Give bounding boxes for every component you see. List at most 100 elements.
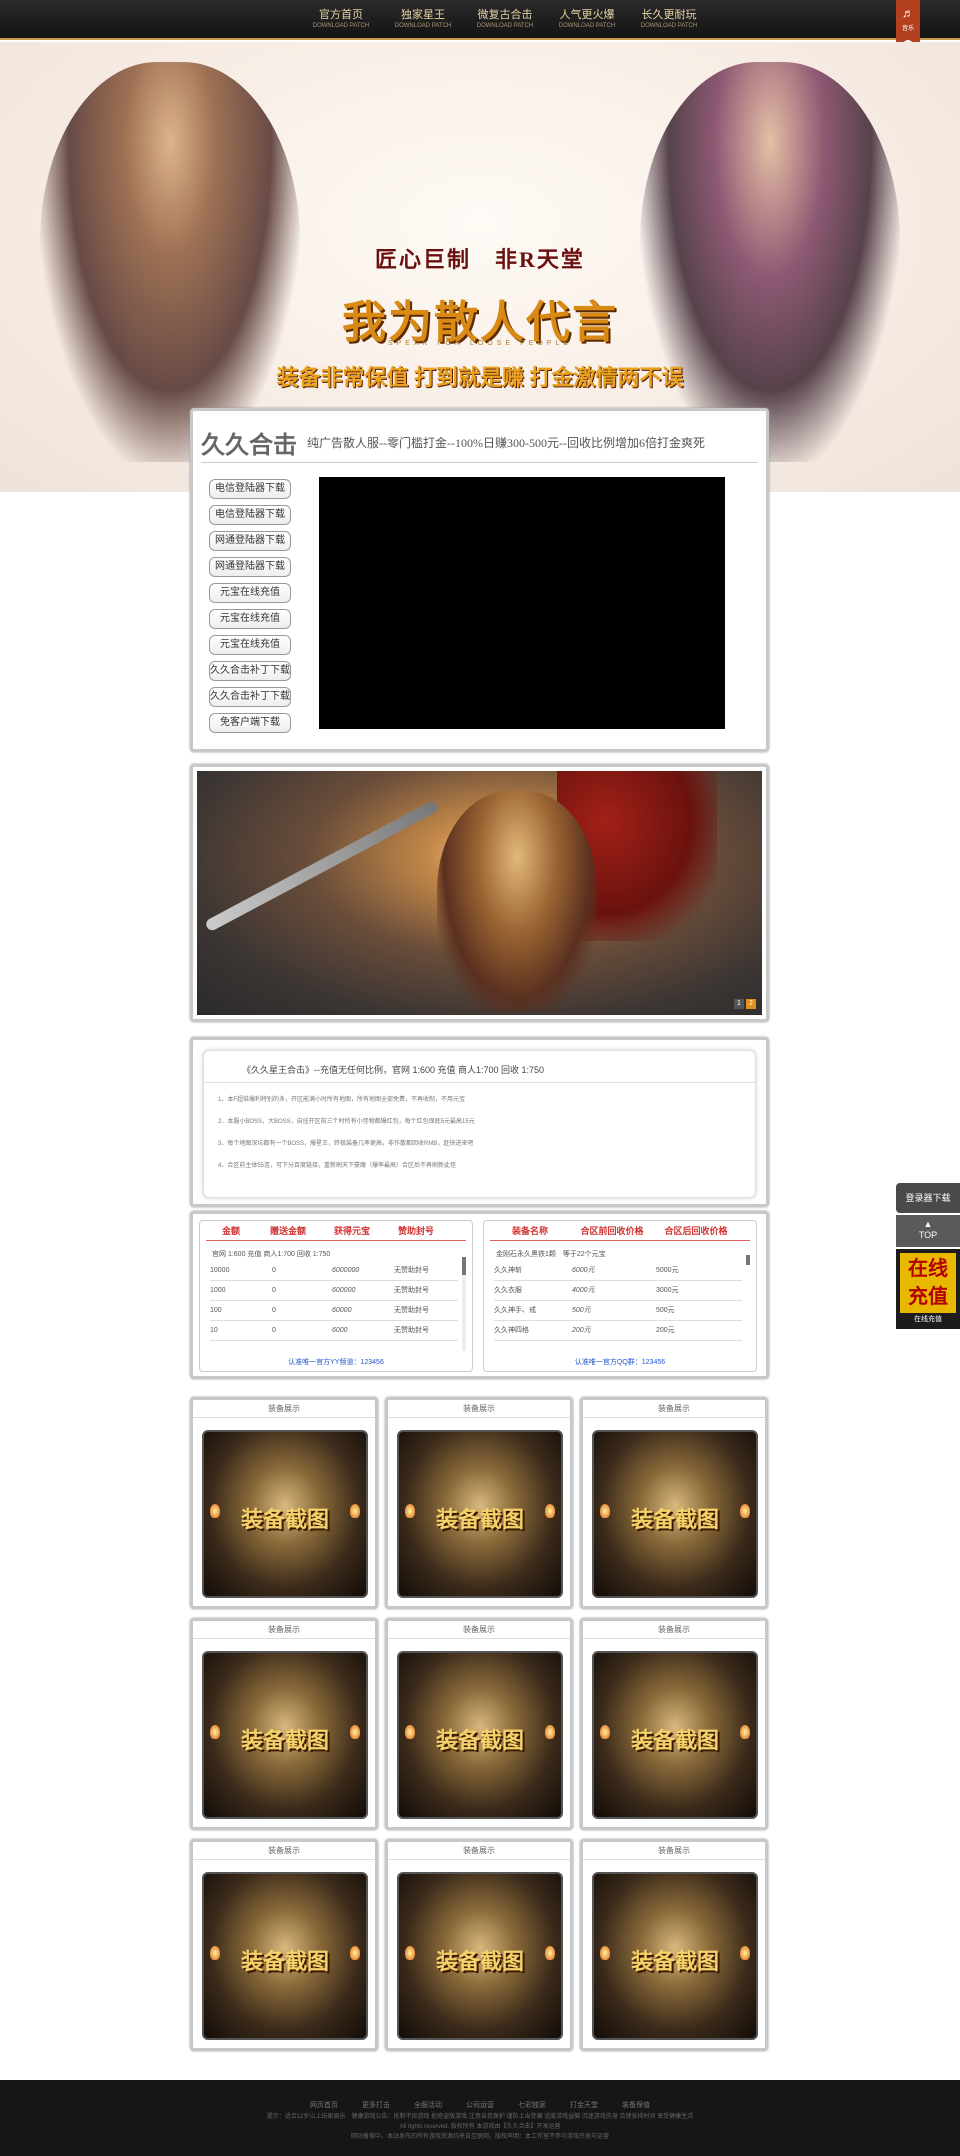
table-cell: 1000 [210, 1287, 226, 1294]
equip-screenshot: 装备截图 [592, 1430, 758, 1598]
equip-card[interactable]: 装备展示 装备截图 [385, 1397, 573, 1609]
equip-card[interactable]: 装备展示 装备截图 [190, 1618, 378, 1830]
equip-card-title: 装备展示 [583, 1400, 765, 1418]
footer-link[interactable]: 更多打击 [362, 2100, 390, 2110]
footer-link[interactable]: 打金天堂 [570, 2100, 598, 2110]
table-cell: 60000 [332, 1307, 352, 1314]
nav-label: 长久更耐玩 [641, 9, 697, 21]
nav-item-popular[interactable]: 人气更火爆 DOWNLOAD PATCH [546, 0, 628, 40]
footer-link[interactable]: 七彩独家 [518, 2100, 546, 2110]
back-to-top-button[interactable]: ▲ TOP [896, 1215, 960, 1247]
recycle-table-header: 装备名称 合区前回收价格 合区后回收价格 [490, 1221, 750, 1241]
scrollbar-thumb[interactable] [746, 1255, 750, 1265]
table-cell: 无赞助封号 [394, 1287, 429, 1294]
online-recharge-side-button[interactable]: 在线充值 在线充值 [896, 1249, 960, 1329]
top-bar: 官方首页 DOWNLOAD PATCH 独家星王 DOWNLOAD PATCH 微复… [0, 0, 960, 40]
footer-link[interactable]: 网页首页 [310, 2100, 338, 2110]
intro-header: 久久合击 纯广告散人服--零门槛打金--100%日赚300-500元--回收比例… [201, 411, 758, 463]
qq-group-link[interactable]: 认准唯一官方QQ群：123456 [484, 1357, 756, 1367]
column-header: 合区后回收价格 [664, 1226, 728, 1236]
equip-screenshot-label: 装备截图 [435, 1949, 524, 1974]
notice-box: 《久久星王合击》--充值无任何比例，官网 1:600 充值 商人1:700 回收… [203, 1050, 756, 1198]
equip-screenshot: 装备截图 [397, 1872, 563, 2040]
footer-disclaimer: 网站备案中，本站发布的所有游戏资源均来自互联网，版权声明：本工作室不参与游戏开发… [350, 2134, 609, 2140]
video-player[interactable] [319, 477, 725, 729]
equip-card-title: 装备展示 [193, 1621, 375, 1639]
warrior-figure [437, 791, 597, 1011]
equip-card-title: 装备展示 [193, 1400, 375, 1418]
table-row: 久久神手、戒 500元 500元 [494, 1301, 742, 1321]
footer-links: 网页首页 更多打击 全服活动 公司运营 七彩独家 打金天堂 装备保值 [0, 2080, 960, 2112]
column-header: 赞助封号 [397, 1226, 434, 1236]
notice-panel: 《久久星王合击》--充值无任何比例，官网 1:600 充值 商人1:700 回收… [190, 1037, 769, 1207]
netcom-launcher-download-button[interactable]: 网通登陆器下载 [209, 557, 291, 577]
equip-card[interactable]: 装备展示 装备截图 [580, 1839, 768, 2051]
scrollbar[interactable] [746, 1255, 750, 1265]
equip-screenshot: 装备截图 [592, 1651, 758, 1819]
nav-item-retro[interactable]: 微复古合击 DOWNLOAD PATCH [464, 0, 546, 40]
nav-item-star-king[interactable]: 独家星王 DOWNLOAD PATCH [382, 0, 464, 40]
equip-card[interactable]: 装备展示 装备截图 [580, 1397, 768, 1609]
equip-screenshot-label: 装备截图 [240, 1507, 329, 1532]
nav-sublabel: DOWNLOAD PATCH [558, 23, 616, 29]
download-list: 电信登陆器下载 电信登陆器下载 网通登陆器下载 网通登陆器下载 元宝在线充值 元… [209, 479, 291, 739]
slider-page-2[interactable]: 2 [746, 999, 756, 1009]
patch-download-button[interactable]: 久久合击补丁下载 [209, 661, 291, 681]
banner-slider: 1 2 [190, 764, 769, 1022]
table-cell: 6000元 [572, 1267, 595, 1274]
equip-card[interactable]: 装备展示 装备截图 [385, 1618, 573, 1830]
equip-screenshot: 装备截图 [592, 1872, 758, 2040]
rule-item: 2、本服小BOSS，大BOSS，自挂开区前三个时所有小怪物都爆红包，每个红包保底… [218, 1119, 475, 1125]
hero-tagline: 装备非常保值 打到就是赚 打金激情两不误 [276, 365, 684, 390]
recharge-note: 官网 1:600 充值 商人1:700 回收 1:750 [212, 1251, 331, 1258]
table-row: 久久衣服 4000元 3000元 [494, 1281, 742, 1301]
banner-image[interactable]: 1 2 [197, 771, 762, 1015]
equip-card[interactable]: 装备展示 装备截图 [580, 1618, 768, 1830]
equip-card[interactable]: 装备展示 装备截图 [385, 1839, 573, 2051]
yy-channel-link[interactable]: 认准唯一官方YY频道：123456 [200, 1357, 472, 1367]
nav-sublabel: DOWNLOAD PATCH [476, 23, 534, 29]
ingot-recharge-button[interactable]: 元宝在线充值 [209, 635, 291, 655]
equip-screenshot: 装备截图 [397, 1430, 563, 1598]
slider-page-1[interactable]: 1 [734, 999, 744, 1009]
column-header: 金额 [221, 1226, 240, 1236]
footer-copyright: All rights reserved. 版权所有 本游戏由【久久合击】开发运营 [399, 2124, 561, 2130]
footer-link[interactable]: 全服活动 [414, 2100, 442, 2110]
music-toggle-button[interactable]: ♬ 音乐 [896, 0, 920, 46]
scrollbar[interactable] [462, 1257, 466, 1351]
nav-label: 微复古合击 [477, 9, 533, 21]
nav-sublabel: DOWNLOAD PATCH [312, 23, 370, 29]
no-client-download-button[interactable]: 免客户端下载 [209, 713, 291, 733]
table-cell: 200元 [572, 1327, 591, 1334]
equip-screenshot-label: 装备截图 [630, 1507, 719, 1532]
scrollbar-thumb[interactable] [462, 1257, 466, 1275]
nav-item-longlasting[interactable]: 长久更耐玩 DOWNLOAD PATCH [628, 0, 710, 40]
table-cell: 0 [272, 1327, 276, 1334]
ingot-recharge-button[interactable]: 元宝在线充值 [209, 583, 291, 603]
equip-card-title: 装备展示 [388, 1842, 570, 1860]
table-row: 10000 0 6000000 无赞助封号 [210, 1261, 458, 1281]
telecom-launcher-download-button[interactable]: 电信登陆器下载 [209, 505, 291, 525]
table-cell: 6000000 [332, 1267, 360, 1274]
column-header: 合区前回收价格 [580, 1226, 644, 1236]
ingot-recharge-button[interactable]: 元宝在线充值 [209, 609, 291, 629]
telecom-launcher-download-button[interactable]: 电信登陆器下载 [209, 479, 291, 499]
equip-card[interactable]: 装备展示 装备截图 [190, 1397, 378, 1609]
table-row: 100 0 60000 无赞助封号 [210, 1301, 458, 1321]
netcom-launcher-download-button[interactable]: 网通登陆器下载 [209, 531, 291, 551]
table-cell: 500元 [572, 1307, 591, 1314]
table-row: 久久神四格 200元 200元 [494, 1321, 742, 1341]
nav-item-home[interactable]: 官方首页 DOWNLOAD PATCH [300, 0, 382, 40]
equip-card-title: 装备展示 [388, 1400, 570, 1418]
patch-download-button[interactable]: 久久合击补丁下载 [209, 687, 291, 707]
launcher-download-side-button[interactable]: 登录器下载 [896, 1183, 960, 1213]
recharge-table: 金额 赠送金额 获得元宝 赞助封号 官网 1:600 充值 商人1:700 回收… [199, 1220, 473, 1372]
table-row: 10 0 6000 无赞助封号 [210, 1321, 458, 1341]
equip-card[interactable]: 装备展示 装备截图 [190, 1839, 378, 2051]
slider-pager: 1 2 [734, 999, 756, 1009]
hero-headline: 匠心巨制 非R天堂 [375, 247, 585, 272]
column-header: 装备名称 [511, 1226, 548, 1236]
footer-link[interactable]: 装备保值 [622, 2100, 650, 2110]
table-cell: 3000元 [656, 1287, 679, 1294]
footer-link[interactable]: 公司运营 [466, 2100, 494, 2110]
